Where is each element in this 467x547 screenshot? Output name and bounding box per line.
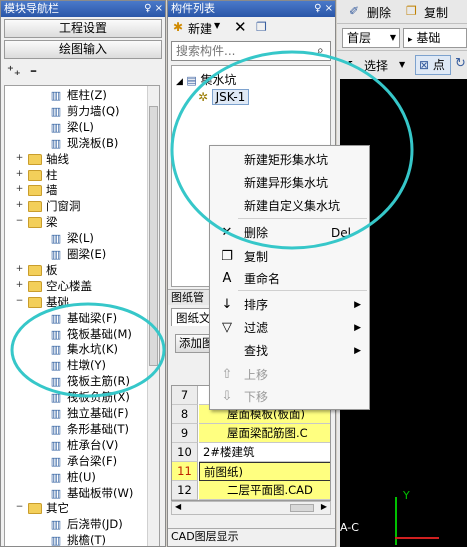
highlight-ellipse-left [10, 302, 166, 398]
highlight-overlay [10, 50, 414, 398]
highlight-ellipse-top [170, 50, 414, 250]
